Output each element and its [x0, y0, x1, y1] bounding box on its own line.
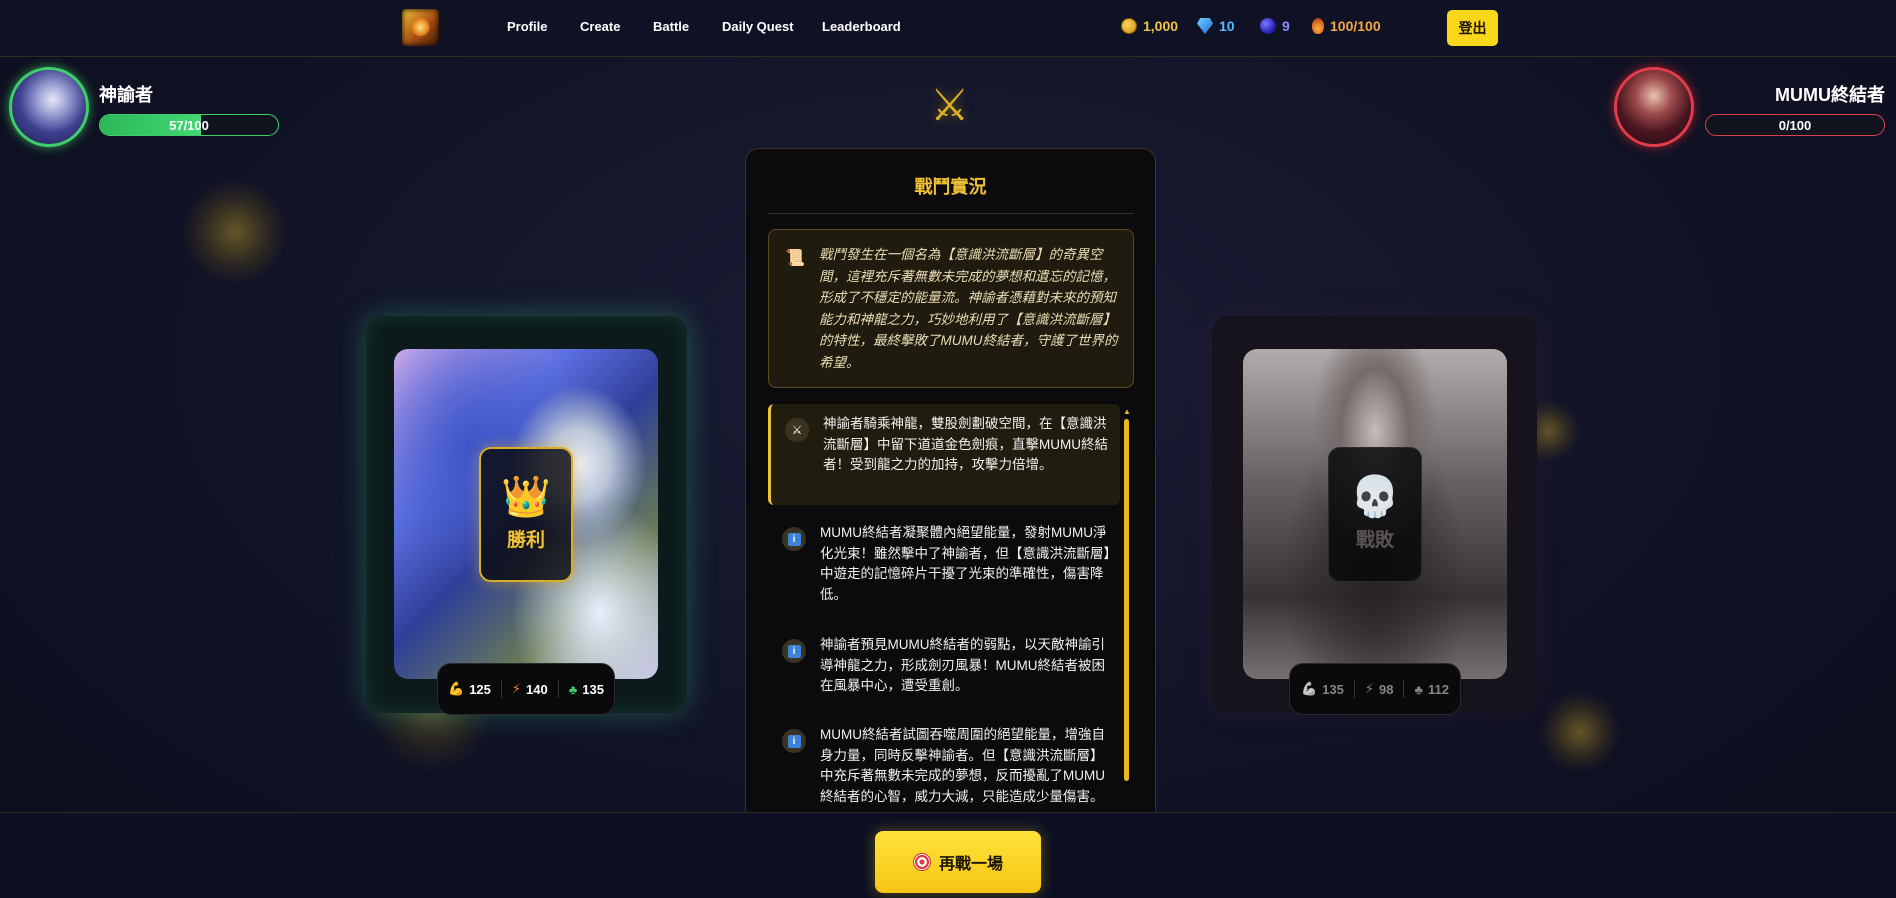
- lightning-icon: ⚡: [511, 681, 522, 696]
- log-entry-text: MUMU終結者凝聚體內絕望能量，發射MUMU淨化光束！雖然擊中了神諭者，但【意識…: [820, 525, 1111, 602]
- info-icon: i: [782, 527, 806, 551]
- energy-value: 100/100: [1330, 18, 1381, 34]
- crossed-swords-icon: ⚔: [930, 81, 970, 130]
- gold-coin-icon: [1121, 18, 1137, 34]
- game-logo[interactable]: [402, 9, 439, 46]
- lightning-icon: ⚡: [1364, 681, 1375, 696]
- winner-stats: 💪 125 ⚡ 140 ♣ 135: [437, 663, 615, 715]
- gem-icon: [1197, 18, 1213, 34]
- divider: [500, 680, 502, 698]
- scrollbar-thumb[interactable]: [1124, 419, 1129, 781]
- gem-value: 10: [1219, 18, 1235, 34]
- battle-intro: 📜 戰鬥發生在一個名為【意識洪流斷層】的奇異空間，這裡充斥著無數未完成的夢想和遺…: [768, 229, 1134, 388]
- crossed-swords-icon: ⚔: [785, 418, 809, 442]
- divider: [557, 680, 559, 698]
- flexed-arm-icon: 💪: [448, 681, 465, 696]
- nav-daily-quest[interactable]: Daily Quest: [722, 19, 794, 34]
- log-entry: i 神諭者預見MUMU終結者的弱點，以天敵神諭引導神龍之力，形成劍刃風暴！MUM…: [768, 625, 1120, 705]
- stat-power: 💪 135: [1301, 681, 1344, 697]
- hp-bar-left: 57/100: [99, 114, 279, 136]
- top-nav: Profile Create Battle Daily Quest Leader…: [0, 0, 1896, 57]
- victory-badge: 👑 勝利: [479, 447, 573, 582]
- log-entry-text: MUMU終結者試圖吞噬周圍的絕望能量，增強自身力量，同時反擊神諭者。但【意識洪流…: [820, 727, 1105, 804]
- ambient-glow: [183, 180, 287, 284]
- info-icon: i: [782, 729, 806, 753]
- divider: [1403, 680, 1405, 698]
- nav-leaderboard[interactable]: Leaderboard: [822, 19, 901, 34]
- scroll-icon: 📜: [785, 250, 805, 267]
- log-entry: i MUMU終結者試圖吞噬周圍的絕望能量，增強自身力量，同時反擊神諭者。但【意識…: [768, 715, 1120, 815]
- play-again-label: 再戰一場: [938, 856, 1003, 873]
- hp-text-right: 0/100: [1778, 117, 1812, 133]
- stat-luck-value: 112: [1428, 681, 1449, 697]
- play-again-button[interactable]: 再戰一場: [875, 831, 1041, 893]
- log-entry-text: 神諭者騎乘神龍，雙股劍劃破空間，在【意識洪流斷層】中留下道道金色劍痕，直擊MUM…: [823, 416, 1108, 472]
- logout-button[interactable]: 登出: [1447, 10, 1498, 46]
- nav-battle[interactable]: Battle: [653, 19, 689, 34]
- log-entry: i MUMU終結者凝聚體內絕望能量，發射MUMU淨化光束！雖然擊中了神諭者，但【…: [768, 513, 1120, 613]
- gold-counter: 1,000: [1121, 18, 1178, 34]
- potion-icon: [1312, 18, 1324, 34]
- stat-speed: ⚡ 140: [512, 681, 548, 697]
- hp-text-left: 57/100: [169, 117, 209, 133]
- player-name-right: MUMU終結者: [1775, 85, 1885, 105]
- battle-log-panel: 戰鬥實況 📜 戰鬥發生在一個名為【意識洪流斷層】的奇異空間，這裡充斥著無數未完成…: [745, 148, 1156, 828]
- nav-create[interactable]: Create: [580, 19, 620, 34]
- target-icon: [912, 853, 931, 871]
- stat-power-value: 125: [469, 681, 491, 697]
- battle-log-title: 戰鬥實況: [914, 177, 987, 197]
- log-entry: ⚔ 神諭者騎乘神龍，雙股劍劃破空間，在【意識洪流斷層】中留下道道金色劍痕，直擊M…: [768, 404, 1120, 505]
- stat-luck-value: 135: [582, 681, 604, 697]
- player-avatar-left: [9, 67, 89, 147]
- player-avatar-right: [1614, 67, 1694, 147]
- battle-intro-text: 戰鬥發生在一個名為【意識洪流斷層】的奇異空間，這裡充斥著無數未完成的夢想和遺忘的…: [819, 247, 1118, 370]
- clover-icon: ♣: [1414, 681, 1424, 697]
- divider: [768, 213, 1134, 214]
- energy-counter: 100/100: [1312, 18, 1381, 34]
- defeat-label: 戰敗: [1355, 530, 1394, 551]
- gem-counter: 10: [1197, 18, 1235, 34]
- flexed-arm-icon: 💪: [1300, 681, 1318, 696]
- info-icon: i: [782, 639, 806, 663]
- nav-profile[interactable]: Profile: [507, 19, 547, 34]
- gold-value: 1,000: [1143, 18, 1179, 34]
- victory-label: 勝利: [506, 530, 545, 551]
- orb-icon: [1260, 18, 1276, 34]
- battle-log-scrollbar[interactable]: ▲: [1123, 407, 1131, 781]
- stat-speed-value: 98: [1379, 681, 1394, 697]
- log-entry-text: 神諭者預見MUMU終結者的弱點，以天敵神諭引導神龍之力，形成劍刃風暴！MUMU終…: [820, 637, 1105, 693]
- crown-icon: 👑: [501, 475, 551, 519]
- loser-stats: 💪 135 ⚡ 98 ♣ 112: [1289, 663, 1461, 715]
- stat-power: 💪 125: [448, 681, 491, 697]
- hp-bar-right: 0/100: [1705, 114, 1885, 136]
- clover-icon: ♣: [568, 681, 578, 697]
- defeat-badge: 💀 戰敗: [1328, 447, 1422, 582]
- ambient-glow: [1540, 692, 1620, 772]
- orb-counter: 9: [1260, 18, 1290, 34]
- stat-speed-value: 140: [526, 681, 548, 697]
- stat-luck: ♣ 112: [1414, 682, 1449, 697]
- stat-speed: ⚡ 98: [1365, 681, 1394, 697]
- stat-luck: ♣ 135: [569, 682, 604, 697]
- scroll-up-arrow-icon[interactable]: ▲: [1123, 407, 1131, 416]
- skull-icon: 💀: [1350, 475, 1400, 519]
- stat-power-value: 135: [1322, 681, 1344, 697]
- divider: [1353, 680, 1355, 698]
- player-name-left: 神諭者: [99, 85, 153, 105]
- orb-value: 9: [1282, 18, 1290, 34]
